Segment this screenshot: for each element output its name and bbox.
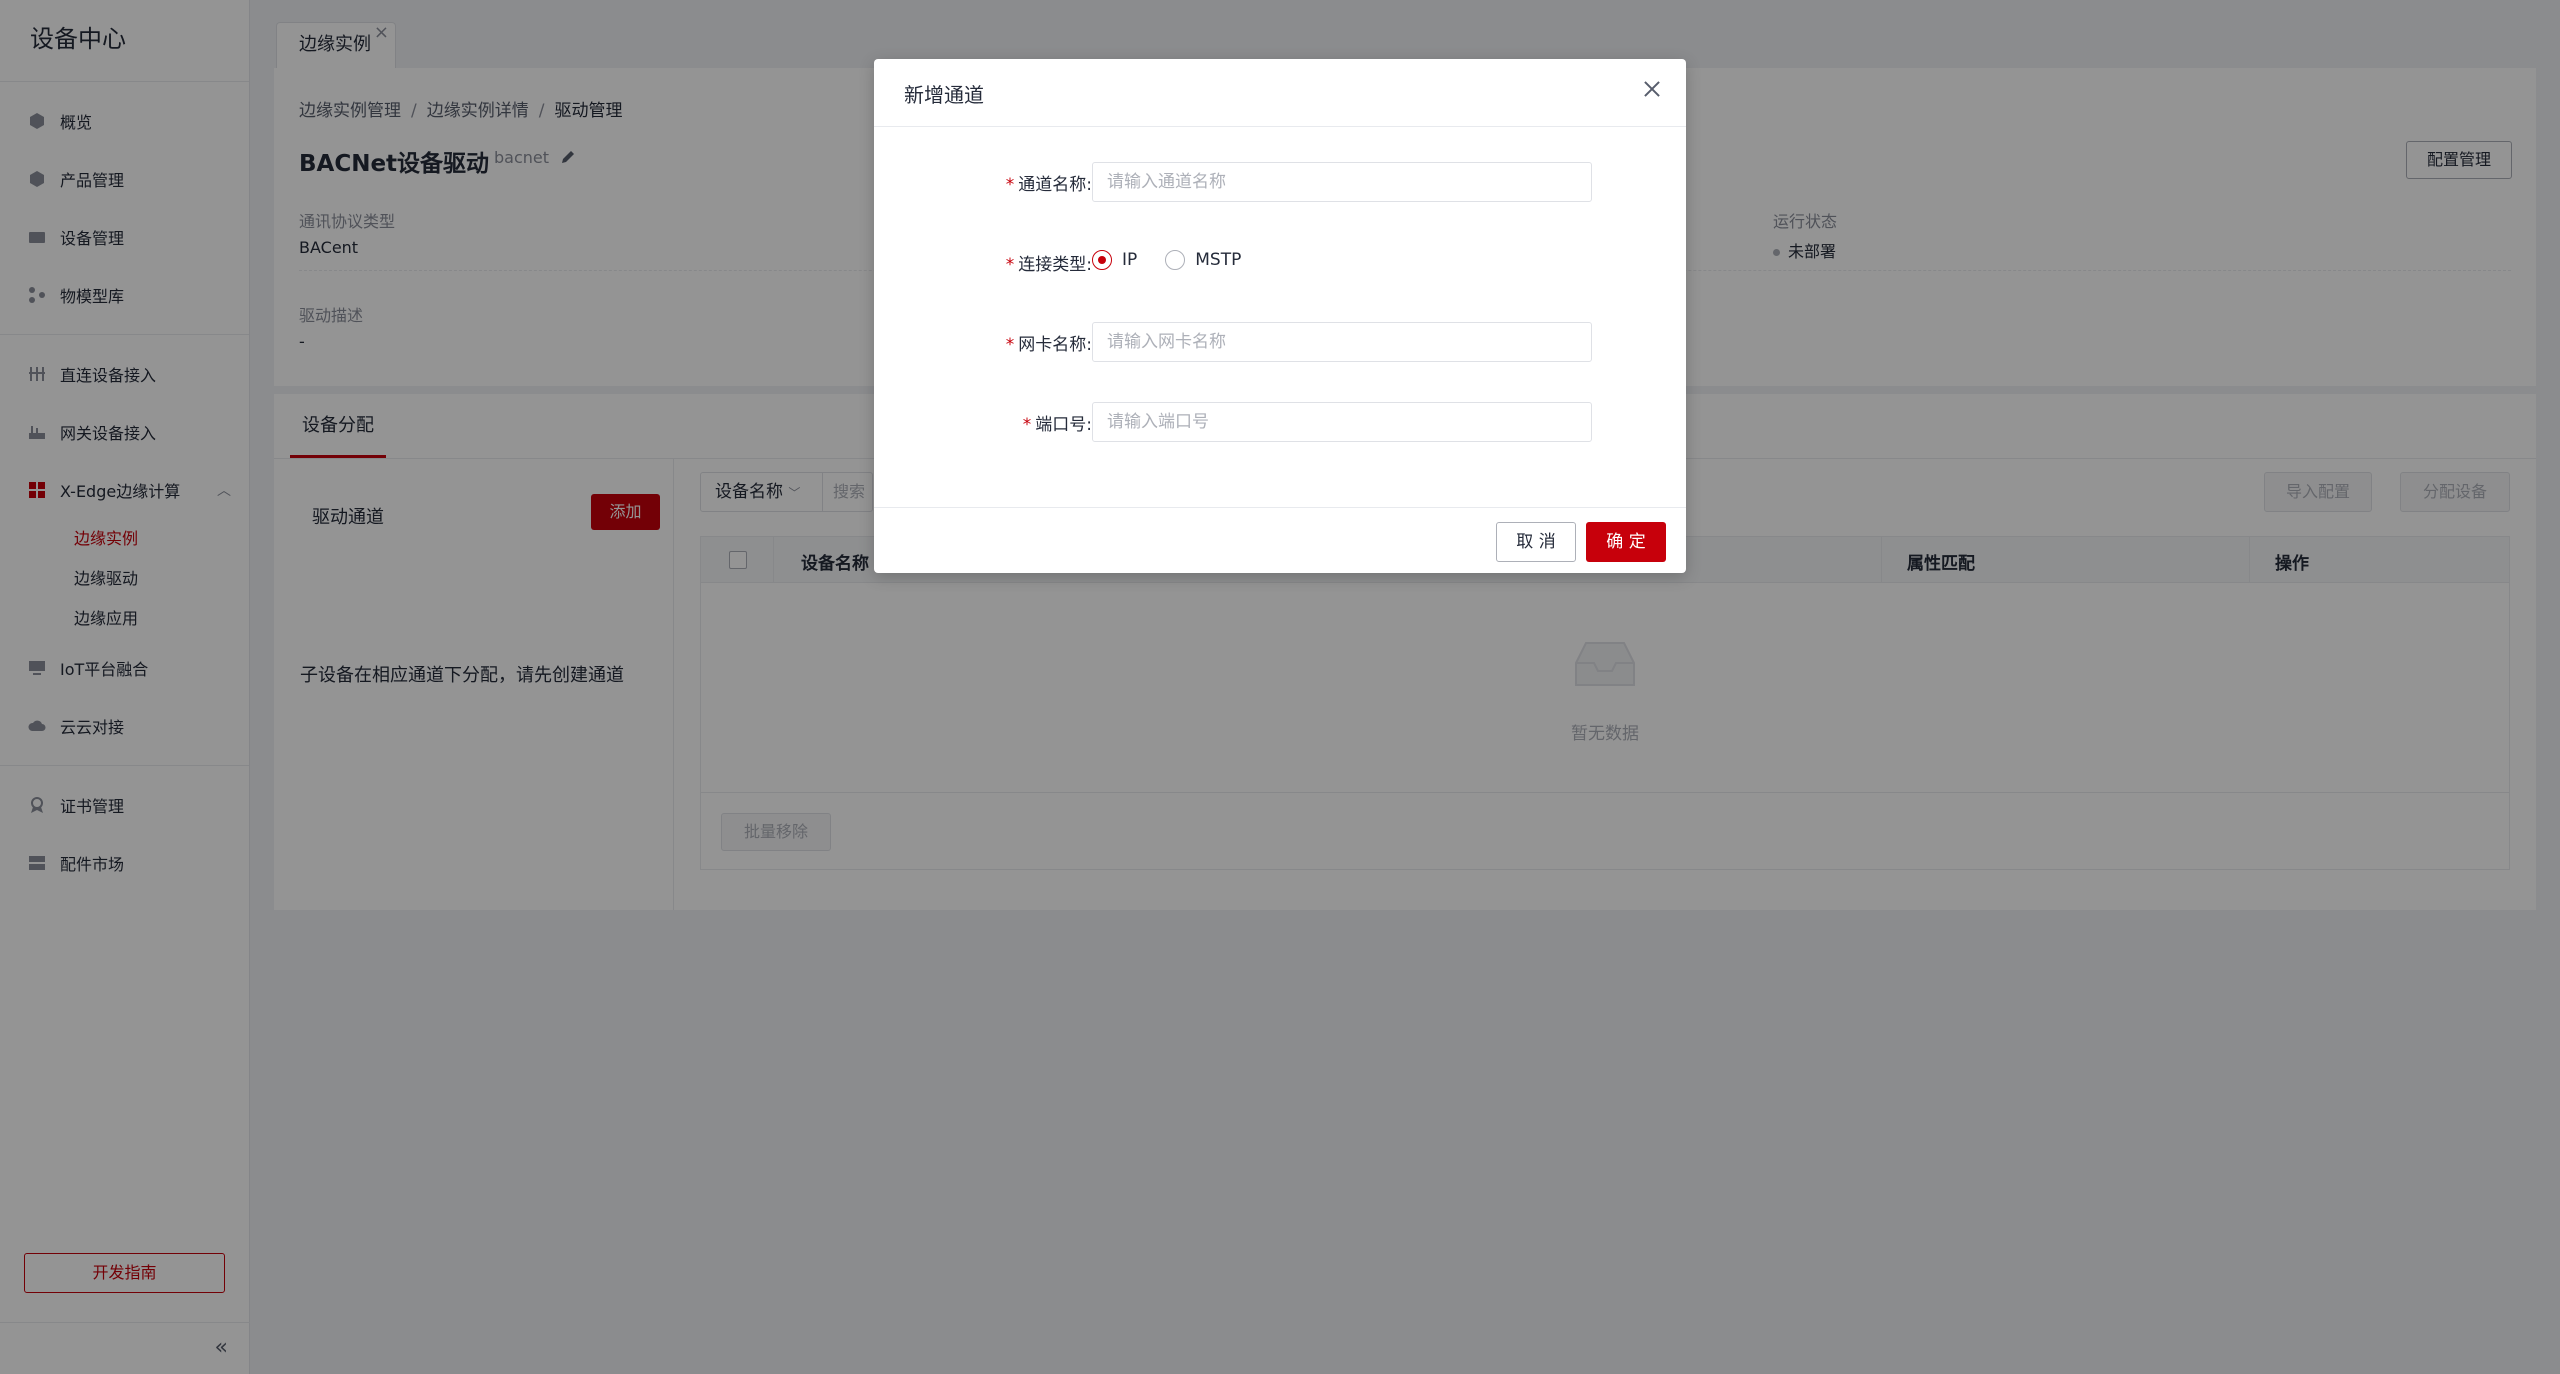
radio-dot — [1092, 250, 1112, 270]
form-row-channel-name: * 通道名称: — [874, 162, 1686, 202]
radio-mstp[interactable]: MSTP — [1165, 250, 1241, 270]
radio-dot — [1165, 250, 1186, 270]
dialog-footer: 取 消 确 定 — [874, 507, 1686, 573]
dialog-header: 新增通道 — [874, 59, 1686, 127]
radio-label: MSTP — [1195, 250, 1242, 270]
form-row-nic-name: * 网卡名称: — [874, 322, 1686, 362]
form-row-port: * 端口号: — [874, 402, 1686, 442]
add-channel-dialog: 新增通道 *通道名称: *连接类型: IP MSTP *网卡名称: *端口号: … — [874, 59, 1686, 573]
nic-name-input[interactable] — [1092, 322, 1592, 362]
form-row-connection-type: * 连接类型: IP MSTP — [874, 242, 1686, 282]
required-mark: * — [1005, 175, 1015, 195]
radio-label: IP — [1122, 250, 1138, 270]
connection-type-label-text: 连接类型: — [1018, 255, 1092, 275]
port-label: * 端口号: — [1023, 410, 1092, 435]
channel-name-label: * 通道名称: — [1006, 170, 1092, 195]
close-icon[interactable] — [1640, 77, 1664, 101]
cancel-button[interactable]: 取 消 — [1496, 522, 1576, 562]
nic-name-label: * 网卡名称: — [1006, 330, 1092, 355]
port-label-text: 端口号: — [1035, 415, 1092, 435]
connection-type-radio-group: IP MSTP — [1092, 250, 1269, 270]
port-input[interactable] — [1092, 402, 1592, 442]
dialog-title: 新增通道 — [904, 83, 984, 107]
channel-name-input[interactable] — [1092, 162, 1592, 202]
required-mark: * — [1005, 335, 1015, 355]
channel-name-label-text: 通道名称: — [1018, 175, 1092, 195]
connection-type-label: * 连接类型: — [1006, 250, 1092, 275]
nic-name-label-text: 网卡名称: — [1018, 335, 1092, 355]
required-mark: * — [1022, 415, 1032, 435]
required-mark: * — [1005, 255, 1015, 275]
radio-ip[interactable]: IP — [1092, 250, 1137, 270]
confirm-button[interactable]: 确 定 — [1586, 522, 1666, 562]
